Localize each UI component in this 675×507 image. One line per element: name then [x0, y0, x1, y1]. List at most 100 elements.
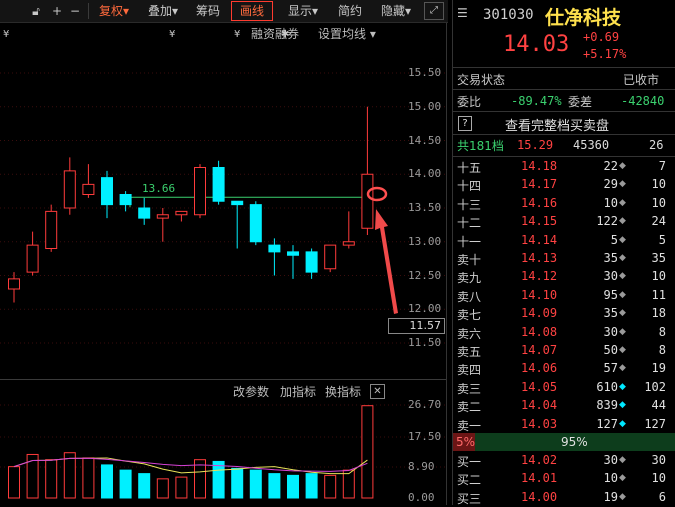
orderbook-row[interactable]: 卖八 14.10 95 11 ◆ — [453, 287, 675, 305]
price-change: +0.69 — [583, 30, 620, 44]
orderbook-row[interactable]: 买二 14.01 10 10 ◆ — [453, 470, 675, 488]
order-diff: -42840 — [621, 94, 665, 108]
volume-tick-label: 0.00 — [408, 491, 435, 504]
orderbook-row[interactable]: 卖三 14.05 610 102 ◆ — [453, 379, 675, 397]
orderbook-count: 10 — [651, 177, 666, 192]
total-count: 26 — [649, 138, 664, 152]
orderbook-count: 44 — [651, 398, 666, 413]
orderbook-row[interactable]: 十五 14.18 22 7 ◆ — [453, 158, 675, 176]
chips-button[interactable]: 筹码 — [192, 2, 224, 20]
orderbook-price: 14.00 — [521, 489, 558, 504]
orderbook-price: 14.06 — [521, 361, 558, 376]
draw-line-button[interactable]: 画线 — [231, 1, 273, 21]
depth-marker-icon: ◆ — [619, 289, 626, 300]
depth-marker-icon: ◆ — [619, 253, 626, 263]
add-indicator-button[interactable]: 加指标 — [280, 383, 316, 400]
orderbook-row[interactable]: 十三 14.16 10 10 ◆ — [453, 195, 675, 213]
total-volume: 45360 — [573, 138, 610, 152]
volume-bar — [212, 460, 225, 499]
orderbook-count: 8 — [658, 324, 666, 339]
close-indicator-icon[interactable]: ✕ — [370, 384, 385, 399]
help-icon[interactable]: ? — [458, 116, 472, 131]
orderbook-rowlabel: 十四 — [457, 179, 482, 194]
orderbook-rowlabel: 卖八 — [457, 289, 482, 304]
orderbook-row[interactable]: 卖六 14.08 30 8 ◆ — [453, 324, 675, 342]
full-orderbook-link[interactable]: 查看完整档买卖盘 — [505, 115, 609, 134]
candle-body — [101, 177, 113, 206]
orderbook-row[interactable]: 卖七 14.09 35 18 ◆ — [453, 305, 675, 323]
orderbook-price: 14.05 — [521, 379, 558, 394]
buy-sell-ratio-bar: 5% 95% — [453, 433, 675, 451]
candle-body — [119, 194, 132, 206]
orderbook-row[interactable]: 卖五 14.07 50 8 ◆ — [453, 342, 675, 360]
depth-marker-icon: ◆ — [619, 179, 626, 190]
orderbook-volume: 610 — [596, 379, 618, 394]
candle-body — [268, 244, 281, 253]
orderbook-count: 19 — [651, 361, 666, 376]
orderbook-volume: 5 — [610, 232, 618, 247]
depth-marker-icon: ◆ — [619, 400, 626, 411]
volume-bar — [231, 467, 244, 499]
simple-button[interactable]: 简约 — [334, 2, 366, 20]
event-marker: ¥ — [169, 29, 175, 40]
stock-name: 仕净科技 — [545, 7, 622, 29]
candle-body — [249, 204, 262, 243]
candle-body — [194, 167, 206, 216]
price-tick-label: 15.50 — [408, 66, 442, 79]
overlay-button[interactable]: 叠加▾ — [142, 2, 184, 20]
adjust-button[interactable]: 复权▾ — [94, 2, 134, 20]
level-line-label: 13.66 — [142, 182, 175, 195]
adjust-label: 复权 — [98, 4, 123, 18]
depth-marker-icon: ◆ — [619, 271, 626, 282]
price-tick-label: 12.00 — [408, 302, 442, 316]
hide-button[interactable]: 隐藏▾ — [374, 2, 418, 20]
orderbook-count: 18 — [651, 306, 666, 321]
orderbook-rowlabel: 卖二 — [457, 400, 482, 415]
orderbook-row[interactable]: 卖二 14.04 839 44 ◆ — [453, 397, 675, 415]
orderbook-volume: 22 — [603, 159, 618, 173]
orderbook-row[interactable]: 卖十 14.13 35 35 ◆ — [453, 250, 675, 268]
orderbook-rowlabel: 卖七 — [457, 308, 482, 323]
orderbook-row[interactable]: 卖一 14.03 127 127 ◆ — [453, 416, 675, 434]
orderbook-row[interactable]: 买三 14.00 19 6 ◆ — [453, 489, 675, 507]
expand-icon[interactable]: ⤢ — [424, 2, 444, 20]
price-tick-label: 13.00 — [408, 234, 442, 248]
depth-marker-icon: ◆ — [619, 345, 626, 355]
settings-icon[interactable]: ☰ — [457, 6, 468, 20]
volume-bar — [361, 405, 374, 499]
orderbook-count: 11 — [651, 287, 666, 302]
candle-body — [212, 167, 225, 202]
plus-icon[interactable]: + — [50, 2, 64, 20]
orderbook-row[interactable]: 十二 14.15 122 24 ◆ — [453, 213, 675, 231]
orderbook-row[interactable]: 十四 14.17 29 10 ◆ — [453, 176, 675, 194]
orderbook-rowlabel: 十五 — [457, 161, 482, 175]
orderbook-price: 14.02 — [521, 453, 558, 467]
display-button[interactable]: 显示▾ — [282, 2, 324, 20]
volume-bar — [324, 474, 337, 499]
orderbook-row[interactable]: 卖九 14.12 30 10 ◆ — [453, 268, 675, 286]
change-params-button[interactable]: 改参数 — [233, 383, 269, 400]
candlestick-chart[interactable]: 13.66 ¥ ¥ ¥ ✱ — [0, 23, 446, 505]
price-change-pct: +5.17% — [583, 47, 627, 61]
order-ratio: -89.47% — [511, 94, 562, 108]
orderbook-rowlabel: 卖三 — [457, 381, 482, 396]
depth-marker-icon: ◆ — [619, 234, 626, 245]
volume-bar — [305, 473, 318, 499]
candle-body — [175, 210, 188, 216]
orderbook-row[interactable]: 买一 14.02 30 30 ◆ — [453, 452, 675, 470]
switch-indicator-button[interactable]: 换指标 — [325, 383, 361, 400]
orderbook-row[interactable]: 十一 14.14 5 5 ◆ — [453, 232, 675, 250]
current-price-tag: 11.57 — [388, 318, 445, 334]
candle-body — [82, 183, 95, 195]
orderbook-volume: 19 — [603, 489, 618, 504]
depth-marker-icon: ◆ — [619, 363, 626, 374]
minus-icon[interactable]: − — [68, 2, 82, 20]
orderbook-count: 6 — [658, 489, 666, 504]
volume-bar — [249, 469, 262, 499]
kline-chart-area: 融资融券 设置均线 ▾ 13.66 ¥ ¥ ¥ ✱ 15.50 15.00 14.50 14.… — [0, 23, 448, 505]
depth-marker-icon: ◆ — [619, 491, 626, 502]
orderbook-row[interactable]: 卖四 14.06 57 19 ◆ — [453, 360, 675, 378]
lock-icon[interactable]: 🔓︎ — [28, 2, 44, 20]
depth-marker-icon: ◆ — [619, 473, 626, 484]
candle-body — [342, 241, 355, 246]
